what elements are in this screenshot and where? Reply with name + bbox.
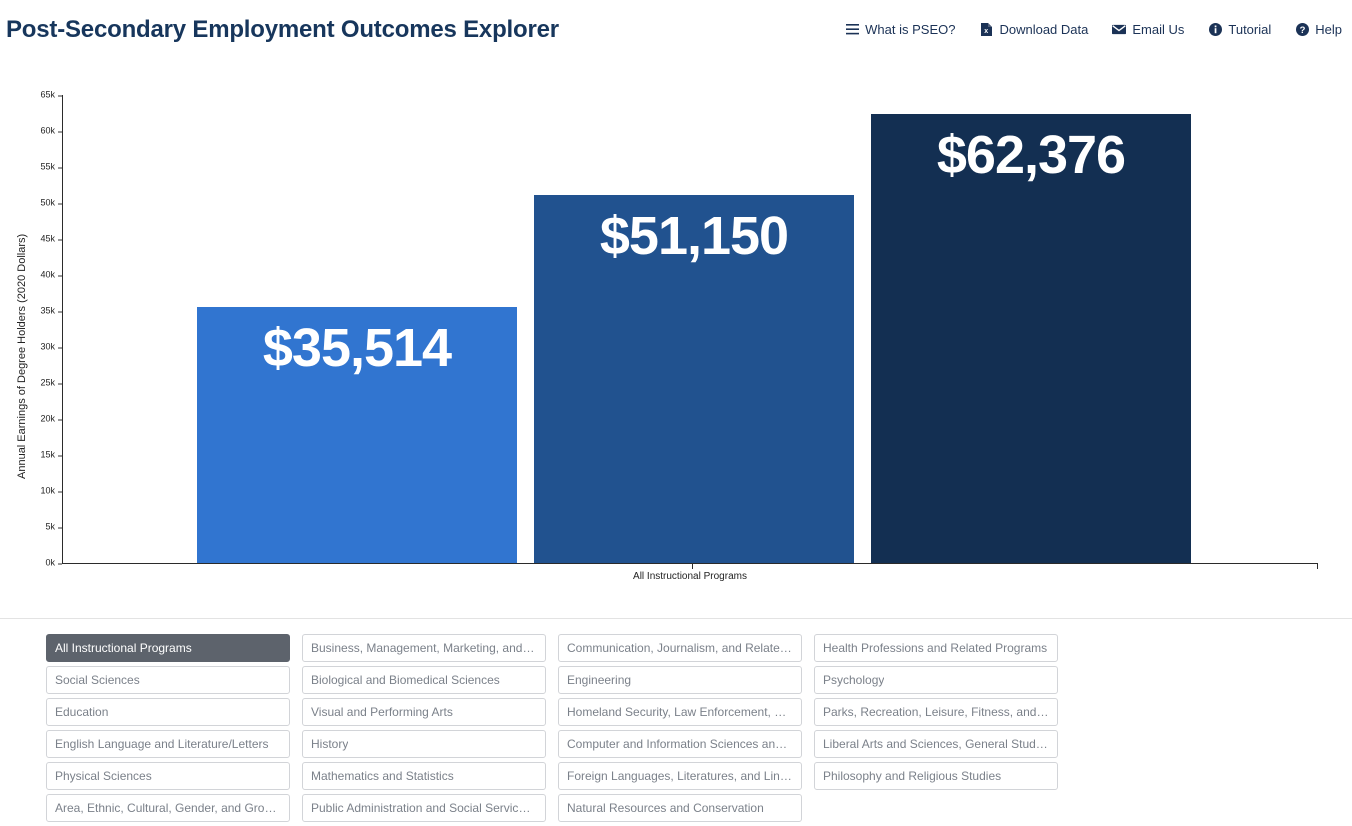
program-item-label: Mathematics and Statistics (311, 769, 454, 783)
program-item[interactable]: Parks, Recreation, Leisure, Fitness, and… (814, 698, 1058, 726)
y-axis-tick-label: 55k (40, 163, 62, 172)
top-nav: What is PSEO? x Download Data Email Us (845, 22, 1342, 36)
program-item-label: Biological and Biomedical Sciences (311, 673, 500, 687)
svg-text:?: ? (1299, 24, 1305, 35)
nav-item-email-us[interactable]: Email Us (1112, 22, 1184, 36)
program-item-label: Business, Management, Marketing, and Rel… (311, 641, 537, 655)
bar[interactable]: $62,376 (871, 114, 1191, 563)
program-item-label: Homeland Security, Law Enforcement, Fire… (567, 705, 793, 719)
y-axis-line (62, 95, 63, 563)
program-item[interactable]: Education (46, 698, 290, 726)
y-axis-tick-label: 40k (40, 271, 62, 280)
program-item[interactable]: Visual and Performing Arts (302, 698, 546, 726)
y-axis-tick-label: 45k (40, 235, 62, 244)
program-item[interactable]: Homeland Security, Law Enforcement, Fire… (558, 698, 802, 726)
program-item-label: All Instructional Programs (55, 641, 192, 655)
program-item-selected[interactable]: All Instructional Programs (46, 634, 290, 662)
program-item[interactable]: Area, Ethnic, Cultural, Gender, and Grou… (46, 794, 290, 822)
y-axis-tick-label: 15k (40, 451, 62, 460)
nav-label-download-data: Download Data (999, 23, 1088, 36)
program-item[interactable]: Biological and Biomedical Sciences (302, 666, 546, 694)
program-item-label: Area, Ethnic, Cultural, Gender, and Grou… (55, 801, 281, 815)
program-item[interactable]: Business, Management, Marketing, and Rel… (302, 634, 546, 662)
program-item[interactable]: English Language and Literature/Letters (46, 730, 290, 758)
y-axis-tick-label: 0k (45, 559, 62, 568)
nav-item-help[interactable]: ? Help (1295, 22, 1342, 36)
program-item-label: History (311, 737, 348, 751)
earnings-bar-chart: Annual Earnings of Degree Holders (2020 … (0, 62, 1352, 618)
program-item-label: Engineering (567, 673, 631, 687)
y-axis-tick-label: 10k (40, 487, 62, 496)
program-item[interactable]: Health Professions and Related Programs (814, 634, 1058, 662)
program-item-label: English Language and Literature/Letters (55, 737, 269, 751)
x-axis-end-cap (1317, 563, 1318, 569)
nav-label-what-is-pseo: What is PSEO? (865, 23, 955, 36)
bar[interactable]: $35,514 (197, 307, 517, 563)
svg-text:x: x (984, 28, 988, 35)
program-item[interactable]: Communication, Journalism, and Related P… (558, 634, 802, 662)
y-axis-tick-label: 60k (40, 127, 62, 136)
program-item[interactable]: Natural Resources and Conservation (558, 794, 802, 822)
program-item[interactable]: Foreign Languages, Literatures, and Ling… (558, 762, 802, 790)
nav-item-what-is-pseo[interactable]: What is PSEO? (845, 22, 955, 36)
x-axis-line (62, 563, 1318, 564)
program-item[interactable]: Public Administration and Social Service… (302, 794, 546, 822)
y-axis-tick-label: 5k (45, 523, 62, 532)
nav-label-tutorial: Tutorial (1228, 23, 1271, 36)
program-item-label: Computer and Information Sciences and Su… (567, 737, 793, 751)
y-axis-tick-label: 30k (40, 343, 62, 352)
program-item-label: Education (55, 705, 108, 719)
nav-label-email-us: Email Us (1132, 23, 1184, 36)
program-item[interactable]: Mathematics and Statistics (302, 762, 546, 790)
program-item-label: Public Administration and Social Service… (311, 801, 537, 815)
program-item-label: Visual and Performing Arts (311, 705, 453, 719)
program-item[interactable]: Philosophy and Religious Studies (814, 762, 1058, 790)
bar-value-label: $62,376 (937, 128, 1125, 182)
nav-item-download-data[interactable]: x Download Data (979, 22, 1088, 36)
program-item[interactable]: Engineering (558, 666, 802, 694)
y-axis-tick-label: 50k (40, 199, 62, 208)
program-item-label: Philosophy and Religious Studies (823, 769, 1001, 783)
section-divider (0, 618, 1352, 619)
program-item[interactable]: Psychology (814, 666, 1058, 694)
y-axis-title: Annual Earnings of Degree Holders (2020 … (16, 156, 28, 556)
x-axis-tick (692, 563, 693, 569)
program-item-label: Physical Sciences (55, 769, 152, 783)
program-item-label: Social Sciences (55, 673, 140, 687)
program-item-label: Natural Resources and Conservation (567, 801, 764, 815)
program-item[interactable]: Computer and Information Sciences and Su… (558, 730, 802, 758)
x-axis-label: All Instructional Programs (62, 571, 1318, 582)
program-item[interactable]: Physical Sciences (46, 762, 290, 790)
page-title: Post-Secondary Employment Outcomes Explo… (6, 16, 559, 44)
program-item[interactable]: History (302, 730, 546, 758)
envelope-icon (1112, 22, 1126, 36)
info-circle-icon (1208, 22, 1222, 36)
bar-value-label: $51,150 (600, 209, 788, 263)
app-header: Post-Secondary Employment Outcomes Explo… (0, 0, 1352, 62)
question-circle-icon: ? (1295, 22, 1309, 36)
program-item-label: Psychology (823, 673, 884, 687)
program-item-label: Liberal Arts and Sciences, General Studi… (823, 737, 1049, 751)
hamburger-menu-icon (845, 22, 859, 36)
program-item-label: Health Professions and Related Programs (823, 641, 1047, 655)
y-axis-tick-label: 65k (40, 91, 62, 100)
bar[interactable]: $51,150 (534, 195, 854, 563)
plot-area: 0k5k10k15k20k25k30k35k40k45k50k55k60k65k… (62, 95, 1318, 563)
program-item-label: Foreign Languages, Literatures, and Ling… (567, 769, 793, 783)
program-item[interactable]: Liberal Arts and Sciences, General Studi… (814, 730, 1058, 758)
y-axis-tick-label: 35k (40, 307, 62, 316)
program-item[interactable]: Social Sciences (46, 666, 290, 694)
file-download-icon: x (979, 22, 993, 36)
nav-item-tutorial[interactable]: Tutorial (1208, 22, 1271, 36)
nav-label-help: Help (1315, 23, 1342, 36)
program-item-label: Communication, Journalism, and Related P… (567, 641, 793, 655)
bar-value-label: $35,514 (263, 321, 451, 375)
program-selector: All Instructional Programs Business, Mana… (46, 634, 1318, 826)
y-axis-tick-label: 25k (40, 379, 62, 388)
program-item-label: Parks, Recreation, Leisure, Fitness, and… (823, 705, 1049, 719)
y-axis-tick-label: 20k (40, 415, 62, 424)
